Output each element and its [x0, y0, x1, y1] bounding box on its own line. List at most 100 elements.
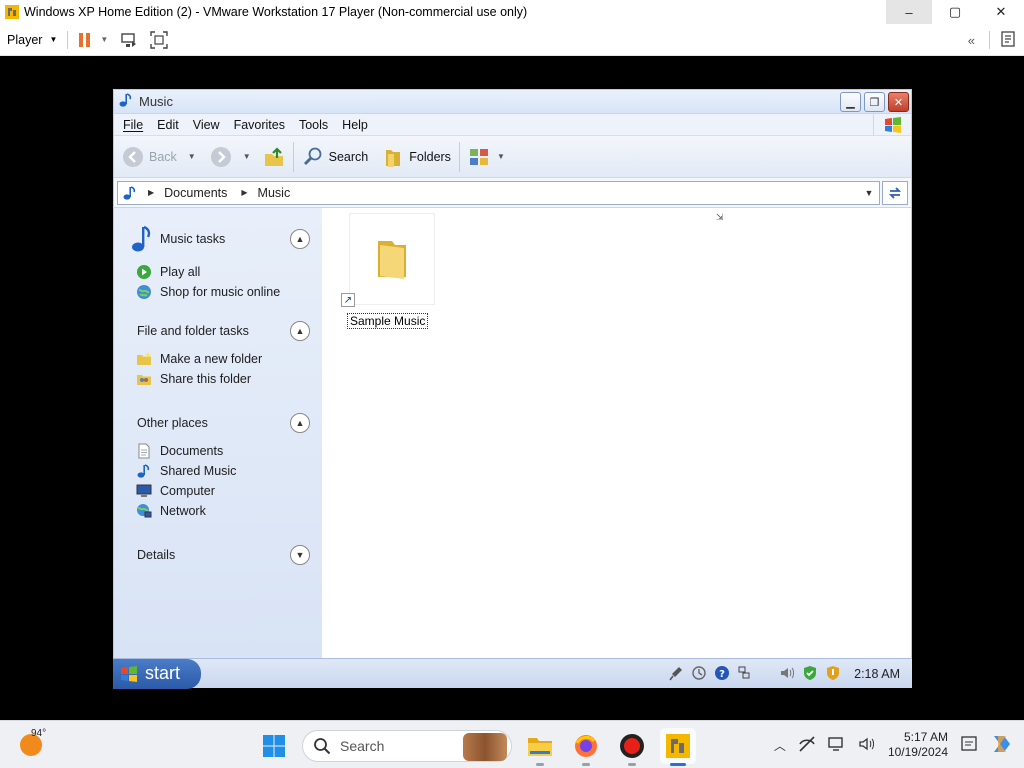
music-note-icon [130, 224, 154, 254]
breadcrumb-documents[interactable]: Documents [164, 186, 227, 200]
forward-button[interactable]: ▼ [210, 146, 251, 168]
network-connection-icon[interactable] [737, 665, 751, 684]
start-button[interactable]: start [113, 658, 201, 689]
network-icon [136, 503, 152, 519]
system-tray: ? 2:18 AM [668, 659, 912, 689]
refresh-button[interactable] [882, 180, 908, 205]
start-label: start [145, 663, 181, 683]
address-dropdown-icon[interactable]: ▼ [859, 182, 879, 204]
task-share-folder[interactable]: Share this folder [114, 369, 322, 389]
firefox-app[interactable] [568, 728, 604, 766]
taskbar-center: Search [256, 728, 696, 766]
restore-button[interactable]: ❐ [864, 92, 885, 112]
copilot-icon[interactable] [990, 732, 1014, 759]
collapse-library-icon[interactable]: « [968, 33, 975, 48]
vm-maximize-button[interactable]: ▢ [932, 0, 978, 24]
collapse-chevron-icon[interactable]: ▲ [290, 413, 310, 433]
group-header[interactable]: File and folder tasks ▲ [114, 319, 322, 343]
xp-clock[interactable]: 2:18 AM [854, 667, 900, 681]
address-field[interactable]: ▶ Documents ▶ Music ▼ [117, 180, 880, 205]
explorer-title-bar[interactable]: Music ▁ ❐ ✕ [114, 90, 911, 114]
menu-tools[interactable]: Tools [292, 118, 335, 132]
menu-favorites[interactable]: Favorites [227, 118, 292, 132]
host-search-box[interactable]: Search [302, 730, 512, 762]
standard-toolbar: Back ▼ ▼ Search Folders ▼ [114, 136, 911, 178]
folders-button[interactable]: Folders [382, 146, 451, 168]
svg-text:?: ? [719, 669, 725, 680]
search-icon [303, 147, 322, 165]
weather-temp: 94° [31, 728, 47, 739]
host-clock[interactable]: 5:17 AM 10/19/2024 [888, 730, 948, 760]
back-button[interactable]: Back ▼ [122, 146, 196, 168]
task-make-new-folder[interactable]: Make a new folder [114, 349, 322, 369]
item-name: Sample Music [347, 313, 429, 329]
toolbar-divider [989, 31, 990, 49]
vm-close-button[interactable]: ✕ [978, 0, 1024, 24]
search-highlight-image [463, 733, 507, 761]
folder-item-sample-music[interactable]: ↗ Sample Music [336, 213, 436, 329]
scheduled-tasks-icon[interactable] [691, 665, 707, 684]
help-icon[interactable]: ? [714, 665, 730, 684]
menu-edit[interactable]: Edit [150, 118, 186, 132]
message-log-icon[interactable] [1000, 30, 1016, 50]
file-explorer-app[interactable] [522, 728, 558, 766]
group-header[interactable]: Other places ▲ [114, 411, 322, 435]
full-screen-icon[interactable] [150, 30, 168, 49]
vmware-player-app[interactable] [660, 728, 696, 766]
notifications-icon[interactable] [960, 735, 978, 756]
views-button[interactable]: ▼ [468, 146, 505, 168]
security-center-icon[interactable] [802, 665, 818, 684]
up-folder-icon [264, 146, 283, 166]
weather-widget[interactable]: 94° [18, 728, 47, 759]
up-folder-button[interactable] [263, 146, 285, 168]
play-icon [136, 264, 152, 280]
collapse-chevron-icon[interactable]: ▲ [290, 321, 310, 341]
player-menu-label: Player [7, 32, 43, 47]
place-documents[interactable]: Documents [114, 441, 322, 461]
running-indicator [582, 763, 590, 766]
other-places-group: Other places ▲ Documents Shared Music Co… [114, 411, 322, 521]
windows-start-button[interactable] [256, 728, 292, 764]
host-date: 10/19/2024 [887, 745, 948, 759]
running-indicator [536, 763, 544, 766]
file-list-view[interactable]: ↗ Sample Music ⇲ [322, 208, 911, 659]
send-ctrl-alt-del-icon[interactable] [120, 32, 138, 48]
breadcrumb-separator-icon[interactable]: ▶ [241, 188, 247, 197]
breadcrumb-music[interactable]: Music [258, 186, 291, 200]
vm-minimize-button[interactable]: – [886, 0, 932, 24]
task-shop-music[interactable]: Shop for music online [114, 282, 322, 302]
place-computer[interactable]: Computer [114, 481, 322, 501]
display-icon[interactable] [828, 735, 846, 756]
speaker-icon[interactable] [858, 735, 876, 756]
microphone-icon[interactable] [668, 665, 684, 684]
place-network[interactable]: Network [114, 501, 322, 521]
place-shared-music[interactable]: Shared Music [114, 461, 322, 481]
window-title: Music [139, 94, 173, 109]
chevron-up-icon[interactable]: ︿ [774, 737, 786, 754]
expand-chevron-icon[interactable]: ▼ [290, 545, 310, 565]
volume-icon[interactable] [779, 665, 795, 684]
group-header[interactable]: Music tasks ▲ [114, 222, 322, 256]
search-button[interactable]: Search [302, 146, 368, 168]
menu-file[interactable]: File [114, 118, 150, 132]
warning-shield-icon[interactable] [825, 665, 841, 684]
menu-help[interactable]: Help [335, 118, 375, 132]
forward-arrow-icon [210, 146, 231, 167]
pause-button[interactable]: ▼ [78, 32, 108, 48]
file-folder-tasks-group: File and folder tasks ▲ Make a new folde… [114, 319, 322, 389]
toolbar-divider [458, 141, 460, 172]
group-title: File and folder tasks [137, 324, 249, 338]
close-button[interactable]: ✕ [888, 92, 909, 112]
player-menu-button[interactable]: Player ▼ [7, 33, 57, 47]
group-header[interactable]: Details ▼ [114, 543, 322, 567]
minimize-button[interactable]: ▁ [840, 92, 861, 112]
music-note-icon [118, 92, 134, 111]
vpn-icon[interactable] [798, 735, 816, 756]
breadcrumb-separator-icon[interactable]: ▶ [148, 188, 154, 197]
task-play-all[interactable]: Play all [114, 262, 322, 282]
toolbar-divider [292, 141, 294, 172]
collapse-chevron-icon[interactable]: ▲ [290, 229, 310, 249]
place-label: Shared Music [160, 464, 237, 478]
menu-view[interactable]: View [186, 118, 227, 132]
screen-recorder-app[interactable] [614, 728, 650, 766]
